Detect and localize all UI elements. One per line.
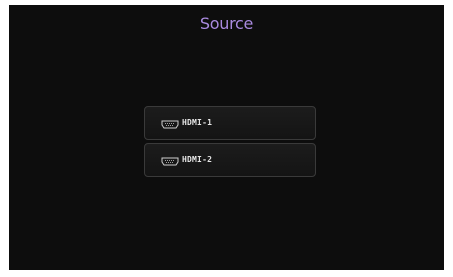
source-list: HDMI-1 HDMI-2 [144, 106, 318, 180]
source-label: HDMI-1 [182, 118, 213, 127]
hdmi-port-icon [161, 157, 179, 166]
source-item-hdmi-2[interactable]: HDMI-2 [144, 143, 316, 177]
screen-title: Source [199, 14, 254, 33]
source-screen: Source HDMI-1 HDMI-2 [9, 5, 444, 270]
source-item-hdmi-1[interactable]: HDMI-1 [144, 106, 316, 140]
source-label: HDMI-2 [182, 155, 213, 164]
hdmi-port-icon [161, 120, 179, 129]
